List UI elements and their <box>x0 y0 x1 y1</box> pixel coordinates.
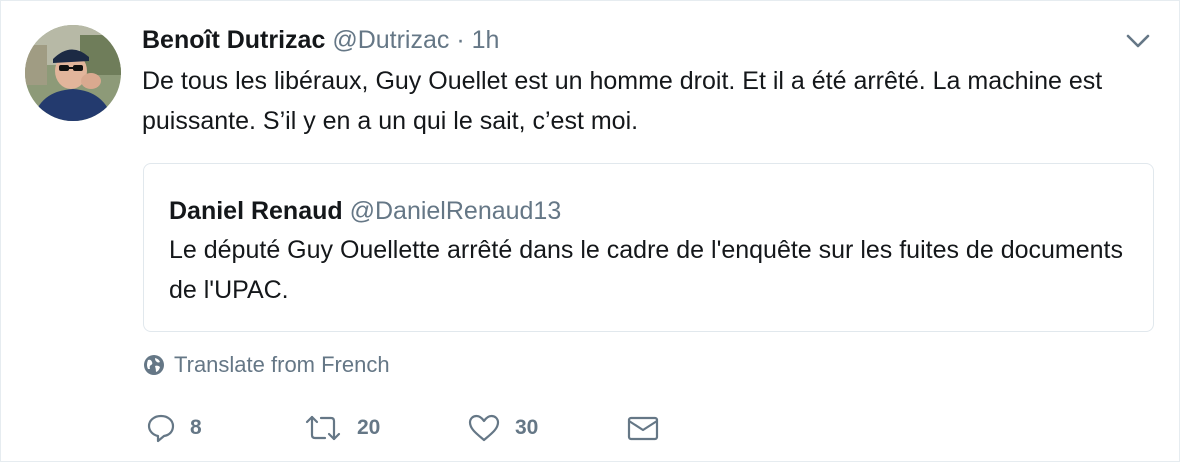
envelope-icon <box>627 416 659 441</box>
separator-dot: · <box>456 26 465 54</box>
like-count: 30 <box>515 416 539 439</box>
chevron-down-icon[interactable] <box>1123 29 1153 53</box>
reply-button[interactable]: 8 <box>146 406 202 450</box>
quoted-tweet-text: Le député Guy Ouellette arrêté dans le c… <box>169 236 1123 304</box>
retweet-icon <box>305 415 341 441</box>
heart-icon <box>468 414 500 442</box>
quoted-author-name: Daniel Renaud <box>169 197 343 225</box>
tweet-timestamp[interactable]: 1h <box>472 26 500 54</box>
reply-count: 8 <box>190 416 202 439</box>
quoted-tweet[interactable]: Daniel Renaud @DanielRenaud13 Le député … <box>143 163 1154 332</box>
author-handle[interactable]: @Dutrizac <box>332 26 449 54</box>
direct-message-button[interactable] <box>626 406 660 450</box>
like-button[interactable]: 30 <box>467 406 538 450</box>
translate-link[interactable]: Translate from French <box>143 348 390 382</box>
avatar[interactable] <box>25 25 121 121</box>
tweet-header: Benoît Dutrizac @Dutrizac · 1h <box>142 23 499 57</box>
tweet-text: De tous les libéraux, Guy Ouellet est un… <box>142 67 1103 135</box>
quoted-author-handle: @DanielRenaud13 <box>349 197 562 225</box>
retweet-count: 20 <box>357 416 381 439</box>
avatar-image <box>25 25 121 121</box>
quoted-tweet-header: Daniel Renaud @DanielRenaud13 <box>169 194 561 228</box>
tweet-card[interactable]: Benoît Dutrizac @Dutrizac · 1h De tous l… <box>0 0 1180 462</box>
translate-label: Translate from French <box>174 352 390 377</box>
author-name[interactable]: Benoît Dutrizac <box>142 26 325 54</box>
retweet-button[interactable]: 20 <box>303 406 380 450</box>
reply-icon <box>147 414 175 443</box>
globe-icon <box>144 355 164 375</box>
